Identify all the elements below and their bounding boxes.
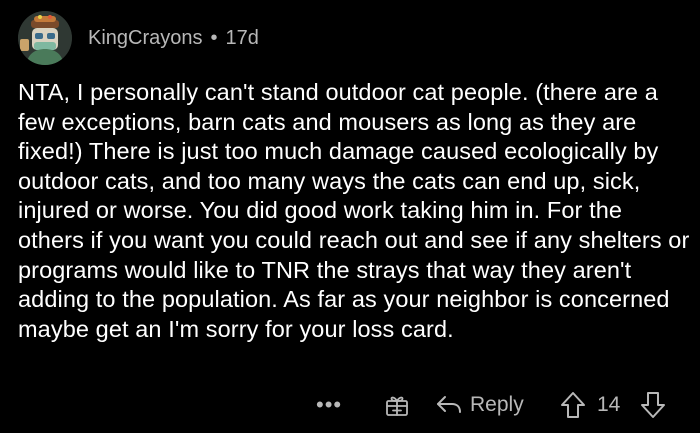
comment-meta: KingCrayons • 17d (88, 27, 259, 50)
downvote-icon (641, 392, 665, 418)
more-options-button[interactable]: ••• (316, 388, 342, 422)
username[interactable]: KingCrayons (88, 27, 203, 50)
comment-age: 17d (225, 26, 259, 49)
reply-arrow-icon (437, 396, 461, 413)
award-icon (386, 396, 408, 416)
reply-button[interactable]: Reply (436, 388, 524, 422)
reply-label: Reply (470, 393, 524, 416)
more-icon: ••• (316, 392, 343, 417)
vote-count: 14 (597, 393, 621, 416)
upvote-button[interactable] (560, 388, 586, 422)
comment-body: NTA, I personally can't stand outdoor ca… (18, 79, 690, 342)
avatar[interactable] (18, 11, 72, 65)
comment-actions: ••• Reply 14 (0, 388, 700, 422)
upvote-icon (561, 392, 585, 418)
comment-header: KingCrayons • 17d (18, 10, 259, 66)
meta-separator: • (210, 26, 218, 49)
downvote-button[interactable] (640, 388, 666, 422)
award-button[interactable] (384, 388, 410, 422)
